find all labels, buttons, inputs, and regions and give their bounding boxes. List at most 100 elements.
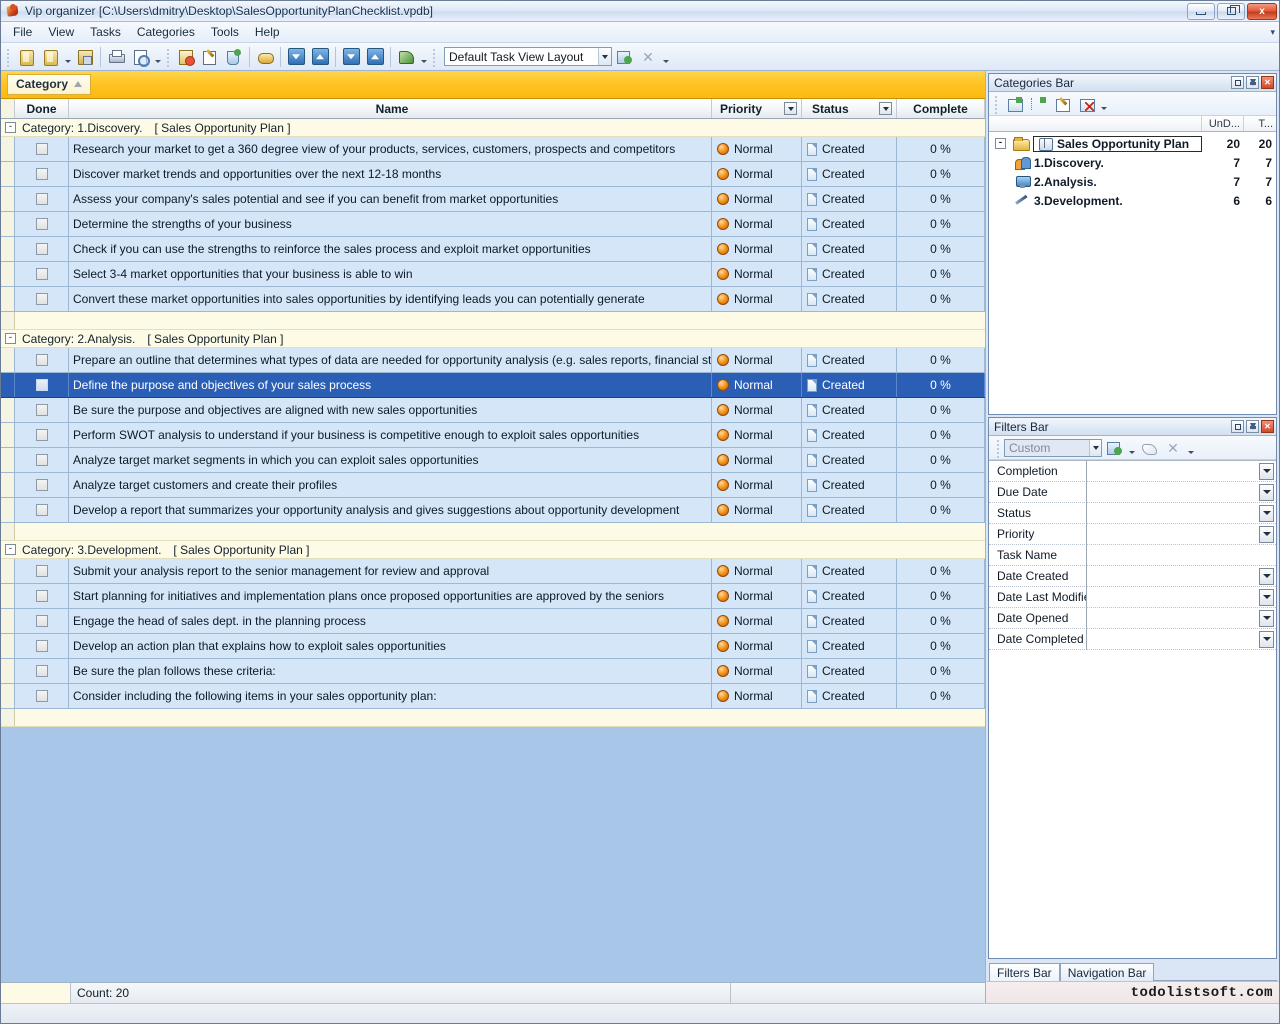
cell-priority[interactable]: Normal [712,348,802,372]
categories-tree[interactable]: -Sales Opportunity Plan20201.Discovery.7… [989,132,1276,414]
category-tree-item[interactable]: -Sales Opportunity Plan2020 [989,134,1276,153]
table-row[interactable]: Determine the strengths of your business… [1,212,985,237]
cell-done[interactable] [15,137,69,161]
cell-done[interactable] [15,584,69,608]
filters-bar-pin-button[interactable] [1246,420,1259,433]
cell-complete[interactable]: 0 % [897,262,985,286]
tree-expander-button[interactable]: - [995,138,1006,149]
cell-done[interactable] [15,373,69,397]
cell-name[interactable]: Check if you can use the strengths to re… [69,237,712,261]
cell-complete[interactable]: 0 % [897,684,985,708]
cell-status[interactable]: Created [802,162,897,186]
cell-status[interactable]: Created [802,609,897,633]
cell-priority[interactable]: Normal [712,634,802,658]
cell-priority[interactable]: Normal [712,262,802,286]
cell-priority[interactable]: Normal [712,659,802,683]
cell-name[interactable]: Be sure the plan follows these criteria: [69,659,712,683]
recent-databases-button[interactable] [38,45,62,69]
cell-name[interactable]: Analyze target customers and create thei… [69,473,712,497]
table-row[interactable]: Start planning for initiatives and imple… [1,584,985,609]
categories-bar-close-button[interactable]: ✕ [1261,76,1274,89]
cell-complete[interactable]: 0 % [897,187,985,211]
menu-overflow-chevron-down-icon[interactable]: ▾ [1270,27,1275,38]
priority-filter-button[interactable] [784,102,797,115]
cell-name[interactable]: Develop an action plan that explains how… [69,634,712,658]
done-checkbox[interactable] [36,690,48,702]
cell-priority[interactable]: Normal [712,187,802,211]
cell-complete[interactable]: 0 % [897,137,985,161]
cell-done[interactable] [15,212,69,236]
filter-preset-dropdown-button[interactable] [1089,440,1101,456]
cell-priority[interactable]: Normal [712,498,802,522]
table-row[interactable]: Analyze target customers and create thei… [1,473,985,498]
filter-value[interactable] [1087,482,1276,503]
delete-layout-button[interactable]: ✕ [636,45,660,69]
toolbar-grip-2[interactable] [166,47,171,67]
cell-status[interactable]: Created [802,559,897,583]
cell-priority[interactable]: Normal [712,398,802,422]
cell-done[interactable] [15,162,69,186]
cell-name[interactable]: Start planning for initiatives and imple… [69,584,712,608]
done-checkbox[interactable] [36,243,48,255]
group-expander-button[interactable]: - [5,122,16,133]
filter-value[interactable] [1087,545,1276,566]
cell-done[interactable] [15,287,69,311]
cell-complete[interactable]: 0 % [897,162,985,186]
done-checkbox[interactable] [36,218,48,230]
cell-complete[interactable]: 0 % [897,634,985,658]
table-row[interactable]: Select 3-4 market opportunities that you… [1,262,985,287]
status-filter-button[interactable] [879,102,892,115]
table-row[interactable]: Consider including the following items i… [1,684,985,709]
cell-priority[interactable]: Normal [712,684,802,708]
filter-value[interactable] [1087,629,1276,650]
done-checkbox[interactable] [36,268,48,280]
category-tree-item[interactable]: 2.Analysis.77 [989,172,1276,191]
done-checkbox[interactable] [36,565,48,577]
grid-scroll-area[interactable]: -Category: 1.Discovery.[ Sales Opportuni… [1,119,985,982]
group-tasks-button[interactable] [253,45,277,69]
filter-row[interactable]: Date Created [989,566,1276,587]
clear-filter-button[interactable] [1137,437,1161,459]
cell-done[interactable] [15,609,69,633]
filter-dropdown-button[interactable] [1259,589,1274,606]
filter-dropdown-button[interactable] [1259,463,1274,480]
cell-status[interactable]: Created [802,684,897,708]
filter-value[interactable] [1087,587,1276,608]
cell-name[interactable]: Convert these market opportunities into … [69,287,712,311]
cell-name[interactable]: Submit your analysis report to the senio… [69,559,712,583]
cell-complete[interactable]: 0 % [897,584,985,608]
cell-name[interactable]: Assess your company's sales potential an… [69,187,712,211]
filter-dropdown-button[interactable] [1259,568,1274,585]
cell-complete[interactable]: 0 % [897,448,985,472]
close-button[interactable]: x [1247,3,1277,20]
filter-row[interactable]: Completion [989,461,1276,482]
task-view-layout-dropdown-button[interactable] [598,48,611,65]
cell-complete[interactable]: 0 % [897,348,985,372]
cell-priority[interactable]: Normal [712,609,802,633]
cell-done[interactable] [15,262,69,286]
cell-name[interactable]: Prepare an outline that determines what … [69,348,712,372]
cell-done[interactable] [15,237,69,261]
cell-done[interactable] [15,684,69,708]
cell-done[interactable] [15,473,69,497]
edit-category-button[interactable] [1050,93,1074,115]
cell-complete[interactable]: 0 % [897,609,985,633]
new-category-button[interactable] [1002,93,1026,115]
done-checkbox[interactable] [36,429,48,441]
filter-row[interactable]: Status [989,503,1276,524]
group-expander-button[interactable]: - [5,333,16,344]
cell-complete[interactable]: 0 % [897,287,985,311]
group-by-band[interactable]: Category [1,71,985,99]
group-by-chip-category[interactable]: Category [7,74,91,95]
cell-name[interactable]: Analyze target market segments in which … [69,448,712,472]
filter-preset-combo[interactable]: Custom [1004,439,1102,457]
filter-value[interactable] [1087,608,1276,629]
filter-dropdown-button[interactable] [1259,526,1274,543]
table-row[interactable]: Perform SWOT analysis to understand if y… [1,423,985,448]
table-row[interactable]: Submit your analysis report to the senio… [1,559,985,584]
open-database-button[interactable] [14,45,38,69]
cell-name[interactable]: Be sure the purpose and objectives are a… [69,398,712,422]
cell-status[interactable]: Created [802,473,897,497]
column-header-done[interactable]: Done [15,99,69,118]
cell-name[interactable]: Define the purpose and objectives of you… [69,373,712,397]
